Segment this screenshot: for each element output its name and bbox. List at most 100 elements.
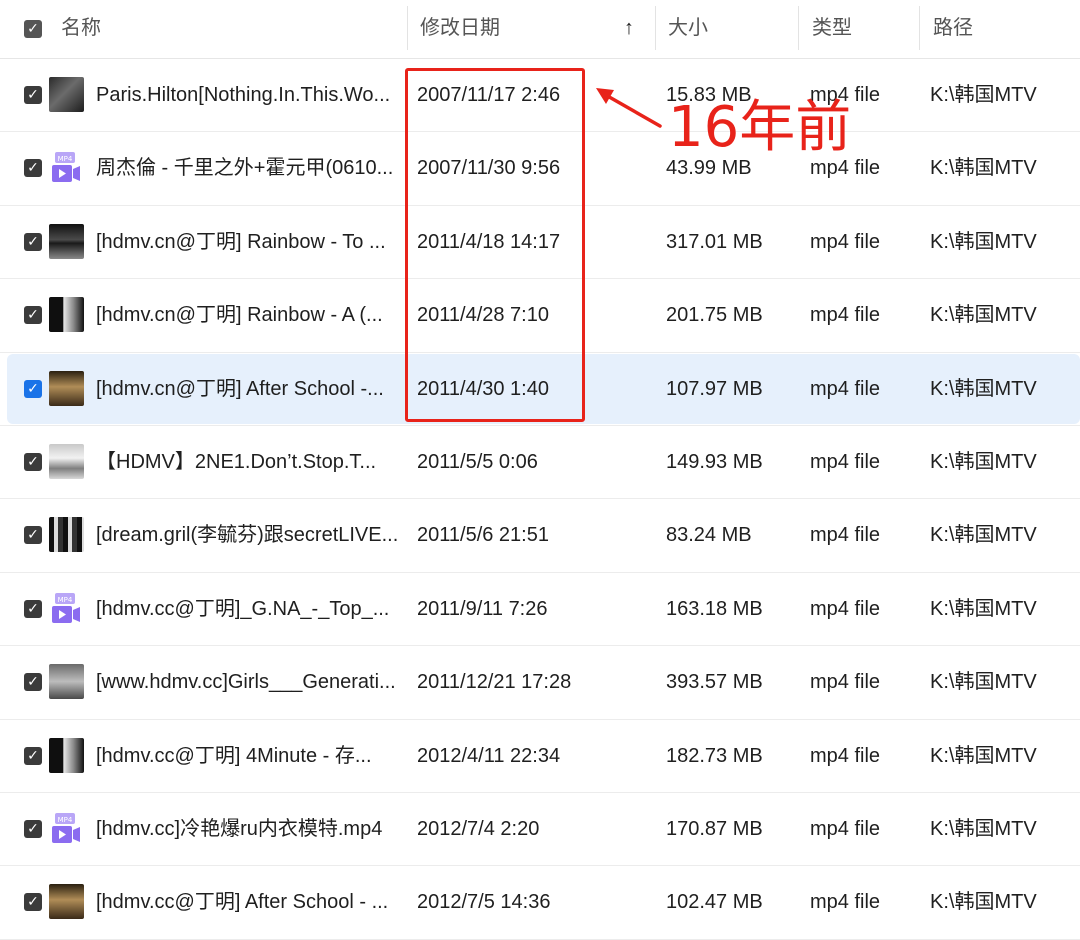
file-path: K:\韩国MTV xyxy=(930,304,1037,327)
video-thumbnail xyxy=(49,443,84,479)
file-modified-date: 2011/5/6 21:51 xyxy=(417,524,549,547)
column-header-size[interactable]: 大小 xyxy=(668,0,708,58)
file-name[interactable]: Paris.Hilton[Nothing.In.This.Wo... xyxy=(96,59,406,131)
file-modified-date: 2012/7/4 2:20 xyxy=(417,817,540,840)
video-file-icon: MP4 xyxy=(49,150,84,185)
table-row[interactable]: ✓ MP4 [hdmv.cc@丁明]_G.NA_-_Top_... 2011/9/11… xyxy=(0,573,1080,647)
file-path: K:\韩国MTV xyxy=(930,377,1037,400)
row-checkbox[interactable]: ✓ xyxy=(24,893,42,912)
file-name[interactable]: [hdmv.cc]冷艳爆ru内衣模特.mp4 xyxy=(96,793,406,865)
file-type: mp4 file xyxy=(810,817,881,840)
column-divider[interactable] xyxy=(798,6,799,50)
row-checkbox[interactable]: ✓ xyxy=(24,379,42,398)
row-checkbox[interactable]: ✓ xyxy=(24,232,42,251)
file-modified-date: 2011/12/21 17:28 xyxy=(417,671,572,694)
video-thumbnail xyxy=(49,223,84,259)
svg-text:MP4: MP4 xyxy=(58,155,73,163)
column-header-date[interactable]: 修改日期 xyxy=(420,0,500,58)
file-name[interactable]: [dream.gril(李毓芬)跟secretLIVE... xyxy=(96,499,406,571)
file-name[interactable]: [hdmv.cc@丁明]_G.NA_-_Top_... xyxy=(96,573,406,645)
file-size: 107.97 MB xyxy=(666,377,763,400)
file-modified-date: 2012/4/11 22:34 xyxy=(417,744,561,767)
file-size: 317.01 MB xyxy=(666,230,763,253)
column-divider[interactable] xyxy=(655,6,656,50)
table-row[interactable]: ✓ [dream.gril(李毓芬)跟secretLIVE... 2011/5/6 … xyxy=(0,499,1080,573)
column-header-path[interactable]: 路径 xyxy=(933,0,973,58)
file-path: K:\韩国MTV xyxy=(930,817,1037,840)
row-checkbox[interactable]: ✓ xyxy=(24,306,42,325)
video-thumbnail xyxy=(49,517,84,553)
file-type: mp4 file xyxy=(810,744,881,767)
video-thumbnail xyxy=(49,664,84,700)
file-path: K:\韩国MTV xyxy=(930,230,1037,253)
file-name[interactable]: 【HDMV】2NE1.Don’t.Stop.T... xyxy=(96,426,406,498)
video-thumbnail xyxy=(49,77,84,112)
file-rows: ✓ Paris.Hilton[Nothing.In.This.Wo... 2007/… xyxy=(0,59,1080,940)
row-checkbox[interactable]: ✓ xyxy=(24,673,42,692)
annotation-arrow-icon xyxy=(596,88,662,128)
table-row[interactable]: ✓ [hdmv.cc@丁明] After School - ... 2012/7/5… xyxy=(0,866,1080,940)
file-size: 170.87 MB xyxy=(666,817,763,840)
file-path: K:\韩国MTV xyxy=(930,157,1037,180)
table-row[interactable]: ✓ [hdmv.cc@丁明] 4Minute - 存... 2012/4/11 22… xyxy=(0,720,1080,793)
table-row[interactable]: ✓ [hdmv.cn@丁明] Rainbow - To ... 2011/4/18 … xyxy=(0,206,1080,280)
table-row[interactable]: ✓ [hdmv.cn@丁明] Rainbow - A (... 2011/4/28 … xyxy=(0,279,1080,353)
column-header-row: ✓ 名称 修改日期 ↑ 大小 类型 路径 xyxy=(0,0,1080,59)
file-type: mp4 file xyxy=(810,230,881,253)
column-header-type[interactable]: 类型 xyxy=(812,0,852,58)
table-row[interactable]: ✓ [www.hdmv.cc]Girls___Generati... 2011/12… xyxy=(0,646,1080,720)
row-checkbox[interactable]: ✓ xyxy=(24,746,42,765)
file-path: K:\韩国MTV xyxy=(930,84,1037,106)
file-modified-date: 2012/7/5 14:36 xyxy=(417,891,551,914)
column-divider[interactable] xyxy=(919,6,920,50)
annotation-label: 16年前 xyxy=(668,95,852,160)
file-type: mp4 file xyxy=(810,450,881,473)
file-modified-date: 2011/5/5 0:06 xyxy=(417,450,538,473)
sort-ascending-icon[interactable]: ↑ xyxy=(624,0,634,58)
row-checkbox[interactable]: ✓ xyxy=(24,819,42,838)
row-checkbox[interactable]: ✓ xyxy=(24,526,42,545)
row-checkbox[interactable]: ✓ xyxy=(24,452,42,471)
row-checkbox[interactable]: ✓ xyxy=(24,86,42,104)
table-row[interactable]: ✓ [hdmv.cn@丁明] After School -... 2011/4/30… xyxy=(0,353,1080,426)
svg-text:MP4: MP4 xyxy=(58,596,73,604)
column-divider[interactable] xyxy=(407,6,408,50)
file-type: mp4 file xyxy=(810,891,881,914)
table-row[interactable]: ✓ MP4 周杰倫 - 千里之外+霍元甲(0610... 2007/11/30 9:5… xyxy=(0,132,1080,206)
table-row[interactable]: ✓ 【HDMV】2NE1.Don’t.Stop.T... 2011/5/5 0:06… xyxy=(0,426,1080,500)
file-name[interactable]: [hdmv.cc@丁明] After School - ... xyxy=(96,866,406,938)
table-row[interactable]: ✓ MP4 [hdmv.cc]冷艳爆ru内衣模特.mp4 2012/7/4 2:20 1… xyxy=(0,793,1080,867)
video-thumbnail xyxy=(49,297,84,333)
file-name[interactable]: [hdmv.cn@丁明] After School -... xyxy=(96,353,406,425)
file-type: mp4 file xyxy=(810,524,881,547)
file-modified-date: 2007/11/30 9:56 xyxy=(417,157,561,180)
file-name[interactable]: [hdmv.cn@丁明] Rainbow - To ... xyxy=(96,206,406,278)
video-file-icon: MP4 xyxy=(49,811,84,846)
file-size: 182.73 MB xyxy=(666,744,763,767)
column-header-name[interactable]: 名称 xyxy=(61,0,101,58)
row-checkbox[interactable]: ✓ xyxy=(24,159,42,178)
svg-text:MP4: MP4 xyxy=(58,816,73,824)
video-thumbnail xyxy=(49,884,84,920)
select-all-checkbox[interactable]: ✓ xyxy=(24,20,42,38)
file-path: K:\韩国MTV xyxy=(930,597,1037,620)
row-checkbox[interactable]: ✓ xyxy=(24,599,42,618)
video-thumbnail xyxy=(49,370,84,406)
file-size: 163.18 MB xyxy=(666,597,763,620)
file-list: ✓ 名称 修改日期 ↑ 大小 类型 路径 ✓ Paris.Hilton[Nothi… xyxy=(0,0,1080,940)
file-path: K:\韩国MTV xyxy=(930,744,1037,767)
file-name[interactable]: [www.hdmv.cc]Girls___Generati... xyxy=(96,646,406,718)
file-name[interactable]: [hdmv.cc@丁明] 4Minute - 存... xyxy=(96,720,406,792)
file-type: mp4 file xyxy=(810,597,881,620)
file-modified-date: 2011/4/30 1:40 xyxy=(417,377,549,400)
file-name[interactable]: 周杰倫 - 千里之外+霍元甲(0610... xyxy=(96,132,406,204)
file-path: K:\韩国MTV xyxy=(930,450,1037,473)
file-size: 393.57 MB xyxy=(666,671,763,694)
file-name[interactable]: [hdmv.cn@丁明] Rainbow - A (... xyxy=(96,279,406,351)
file-type: mp4 file xyxy=(810,377,881,400)
file-type: mp4 file xyxy=(810,304,881,327)
table-row[interactable]: ✓ Paris.Hilton[Nothing.In.This.Wo... 2007/… xyxy=(0,59,1080,133)
file-path: K:\韩国MTV xyxy=(930,891,1037,914)
file-path: K:\韩国MTV xyxy=(930,524,1037,547)
file-size: 83.24 MB xyxy=(666,524,752,547)
